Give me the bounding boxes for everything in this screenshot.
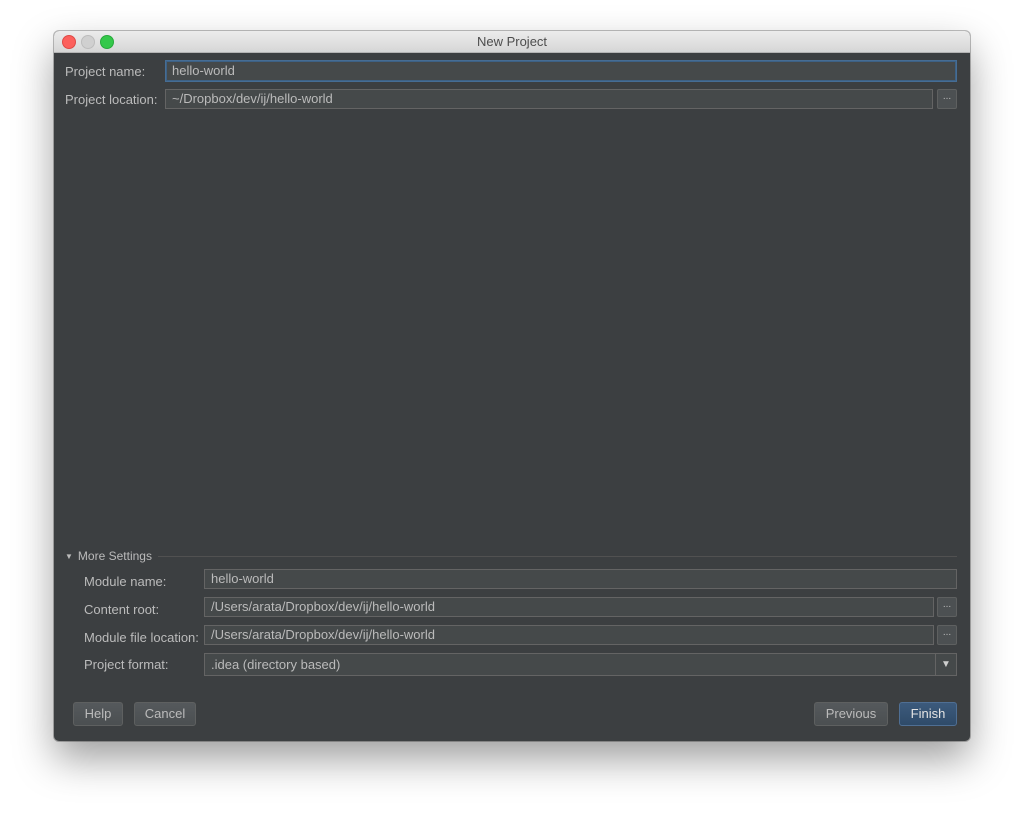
project-format-label: Project format:: [84, 657, 169, 672]
title-bar: New Project: [54, 31, 970, 53]
project-location-browse-button[interactable]: ...: [937, 89, 957, 109]
content-root-browse-button[interactable]: ...: [937, 597, 957, 617]
project-format-value: .idea (directory based): [211, 657, 341, 672]
more-settings-toggle[interactable]: ▼ More Settings: [65, 549, 152, 563]
module-name-label: Module name:: [84, 574, 167, 589]
previous-button[interactable]: Previous: [814, 702, 888, 726]
more-settings-label: More Settings: [77, 549, 152, 563]
cancel-button[interactable]: Cancel: [134, 702, 196, 726]
triangle-down-icon: ▼: [65, 552, 73, 561]
window-title: New Project: [476, 34, 548, 49]
dropdown-arrow-icon[interactable]: ▼: [935, 654, 956, 675]
section-divider: [158, 556, 957, 557]
content-root-input[interactable]: /Users/arata/Dropbox/dev/ij/hello-world: [204, 597, 934, 617]
module-name-input[interactable]: hello-world: [204, 569, 957, 589]
new-project-dialog: New Project Project name: hello-world Pr…: [54, 31, 970, 741]
module-file-location-browse-button[interactable]: ...: [937, 625, 957, 645]
module-file-location-label: Module file location:: [84, 630, 199, 645]
help-button[interactable]: Help: [73, 702, 123, 726]
module-file-location-input[interactable]: /Users/arata/Dropbox/dev/ij/hello-world: [204, 625, 934, 645]
project-location-label: Project location:: [65, 92, 158, 107]
project-name-label: Project name:: [65, 64, 146, 79]
project-location-input[interactable]: ~/Dropbox/dev/ij/hello-world: [165, 89, 933, 109]
finish-button[interactable]: Finish: [899, 702, 957, 726]
project-name-input[interactable]: hello-world: [165, 60, 957, 82]
content-root-label: Content root:: [84, 602, 160, 617]
project-format-select[interactable]: .idea (directory based) ▼: [204, 653, 957, 676]
